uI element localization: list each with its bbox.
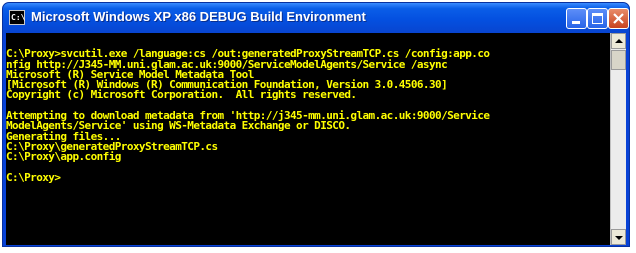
close-icon <box>613 13 624 24</box>
maximize-icon <box>592 13 603 24</box>
scroll-down-button[interactable] <box>611 229 626 245</box>
console-window: C:\ Microsoft Windows XP x86 DEBUG Build… <box>2 2 630 247</box>
title-bar[interactable]: C:\ Microsoft Windows XP x86 DEBUG Build… <box>3 3 629 33</box>
scroll-up-button[interactable] <box>611 33 626 49</box>
window-title: Microsoft Windows XP x86 DEBUG Build Env… <box>31 9 366 24</box>
console-line: Copyright (c) Microsoft Corporation. All… <box>6 88 357 102</box>
console-area: C:\Proxy>svcutil.exe /language:cs /out:g… <box>6 33 626 245</box>
close-button[interactable] <box>608 8 629 29</box>
minimize-icon <box>572 21 580 24</box>
console-line: C:\Proxy> <box>6 170 61 184</box>
console-line: C:\Proxy\app.config <box>6 150 121 164</box>
scroll-up-arrow-icon <box>615 39 623 43</box>
vertical-scrollbar[interactable] <box>610 33 626 245</box>
maximize-button[interactable] <box>587 8 608 29</box>
console-app-icon[interactable]: C:\ <box>9 10 25 25</box>
scroll-down-arrow-icon <box>615 236 623 240</box>
console-output[interactable]: C:\Proxy>svcutil.exe /language:cs /out:g… <box>6 39 610 244</box>
scroll-thumb[interactable] <box>611 50 626 70</box>
minimize-button[interactable] <box>566 8 587 29</box>
